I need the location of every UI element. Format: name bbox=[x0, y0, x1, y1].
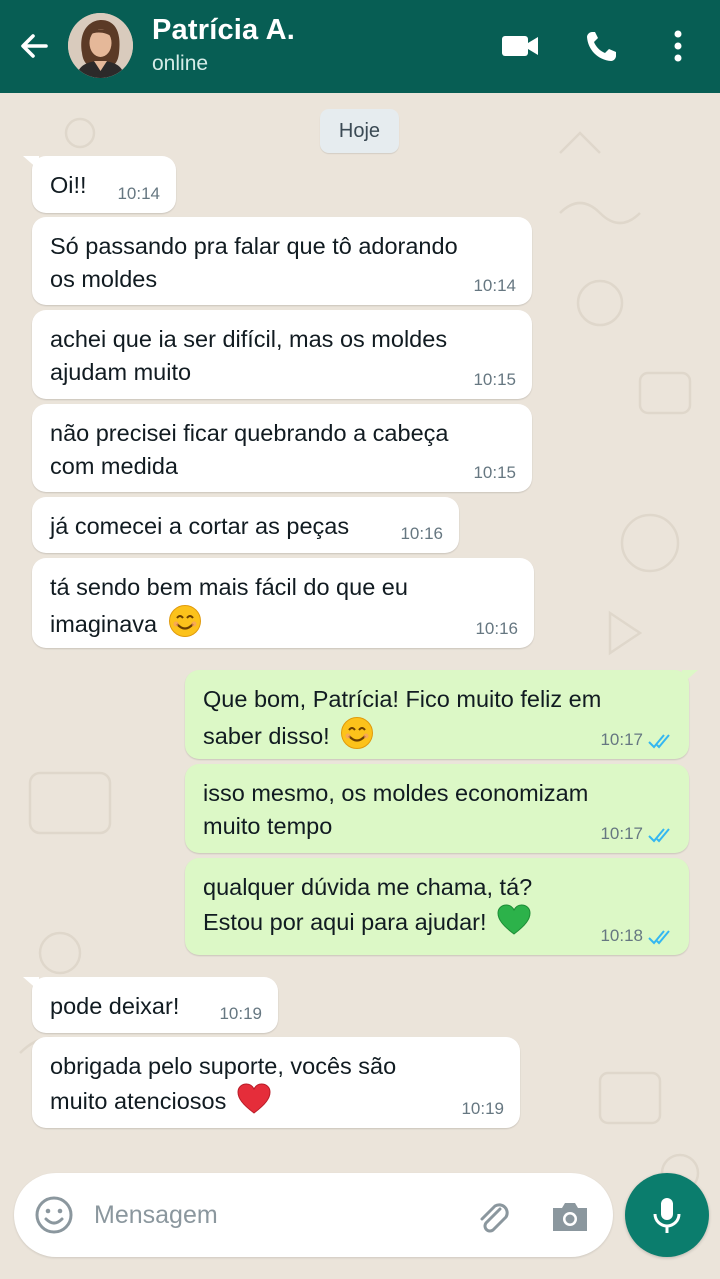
message-incoming[interactable]: Só passando pra falar que tô adorando os… bbox=[32, 217, 532, 305]
smiling-face-emoji bbox=[168, 605, 201, 637]
message-text: Só passando pra falar que tô adorando os… bbox=[50, 233, 458, 292]
message-text: não precisei ficar quebrando a cabeça co… bbox=[50, 420, 449, 479]
smiling-face-emoji bbox=[341, 717, 374, 749]
bubble-tail bbox=[682, 670, 698, 684]
message-composer bbox=[14, 1173, 613, 1257]
bubble-tail bbox=[23, 156, 39, 170]
message-time: 10:16 bbox=[475, 619, 518, 638]
message-time: 10:19 bbox=[461, 1099, 504, 1118]
message-text: qualquer dúvida me chama, tá? Estou por … bbox=[203, 874, 533, 935]
message-time: 10:17 bbox=[600, 824, 643, 843]
message-time: 10:16 bbox=[400, 524, 443, 543]
mic-button[interactable] bbox=[625, 1173, 709, 1257]
message-text: Que bom, Patrícia! Fico muito feliz em s… bbox=[203, 686, 602, 749]
message-incoming[interactable]: pode deixar! 10:19 bbox=[23, 977, 278, 1033]
message-time: 10:15 bbox=[473, 370, 516, 389]
back-arrow-icon[interactable] bbox=[14, 26, 54, 66]
avatar[interactable] bbox=[68, 13, 133, 78]
message-time: 10:18 bbox=[600, 926, 643, 945]
contact-status: online bbox=[152, 52, 209, 75]
read-receipt-icon bbox=[648, 828, 670, 843]
chat-area[interactable]: Hoje Oi!! 10:14 Só passando pra falar qu… bbox=[0, 93, 720, 1279]
message-text: já comecei a cortar as peças bbox=[50, 513, 350, 539]
message-time: 10:17 bbox=[600, 730, 643, 749]
emoji-icon[interactable] bbox=[34, 1195, 74, 1235]
phone-icon[interactable] bbox=[580, 26, 624, 66]
attach-icon[interactable] bbox=[472, 1195, 514, 1237]
message-incoming[interactable]: já comecei a cortar as peças 10:16 bbox=[32, 497, 459, 553]
chat-header: Patrícia A. online bbox=[0, 0, 720, 93]
mic-icon bbox=[653, 1198, 681, 1233]
message-input[interactable] bbox=[94, 1191, 454, 1239]
message-time: 10:19 bbox=[219, 1004, 262, 1023]
message-incoming[interactable]: achei que ia ser difícil, mas os moldes … bbox=[32, 310, 532, 399]
bubble-tail bbox=[23, 977, 39, 991]
message-text: obrigada pelo suporte, vocês são muito a… bbox=[50, 1053, 397, 1114]
message-text: isso mesmo, os moldes economizam muito t… bbox=[203, 780, 589, 839]
message-text: Oi!! bbox=[50, 172, 87, 198]
message-time: 10:14 bbox=[117, 184, 160, 203]
message-text: tá sendo bem mais fácil do que eu imagin… bbox=[50, 574, 408, 637]
camera-icon[interactable] bbox=[549, 1195, 591, 1237]
message-text: pode deixar! bbox=[50, 993, 180, 1019]
message-time: 10:15 bbox=[473, 463, 516, 482]
message-outgoing[interactable]: Que bom, Patrícia! Fico muito feliz em s… bbox=[185, 670, 698, 759]
date-divider: Hoje bbox=[320, 109, 399, 153]
red-heart-emoji bbox=[237, 1083, 271, 1114]
read-receipt-icon bbox=[648, 734, 670, 749]
message-outgoing[interactable]: qualquer dúvida me chama, tá? Estou por … bbox=[185, 858, 689, 955]
message-incoming[interactable]: tá sendo bem mais fácil do que eu imagin… bbox=[32, 558, 534, 648]
message-incoming[interactable]: Oi!! 10:14 bbox=[23, 156, 176, 213]
message-incoming[interactable]: obrigada pelo suporte, vocês são muito a… bbox=[32, 1037, 520, 1128]
message-incoming[interactable]: não precisei ficar quebrando a cabeça co… bbox=[32, 404, 532, 492]
contact-name[interactable]: Patrícia A. bbox=[152, 14, 295, 47]
read-receipt-icon bbox=[648, 930, 670, 945]
message-time: 10:14 bbox=[473, 276, 516, 295]
message-text: achei que ia ser difícil, mas os moldes … bbox=[50, 326, 448, 385]
message-outgoing[interactable]: isso mesmo, os moldes economizam muito t… bbox=[185, 764, 689, 853]
more-vert-icon[interactable] bbox=[658, 26, 698, 66]
video-call-icon[interactable] bbox=[498, 26, 542, 66]
green-heart-emoji bbox=[497, 904, 531, 935]
